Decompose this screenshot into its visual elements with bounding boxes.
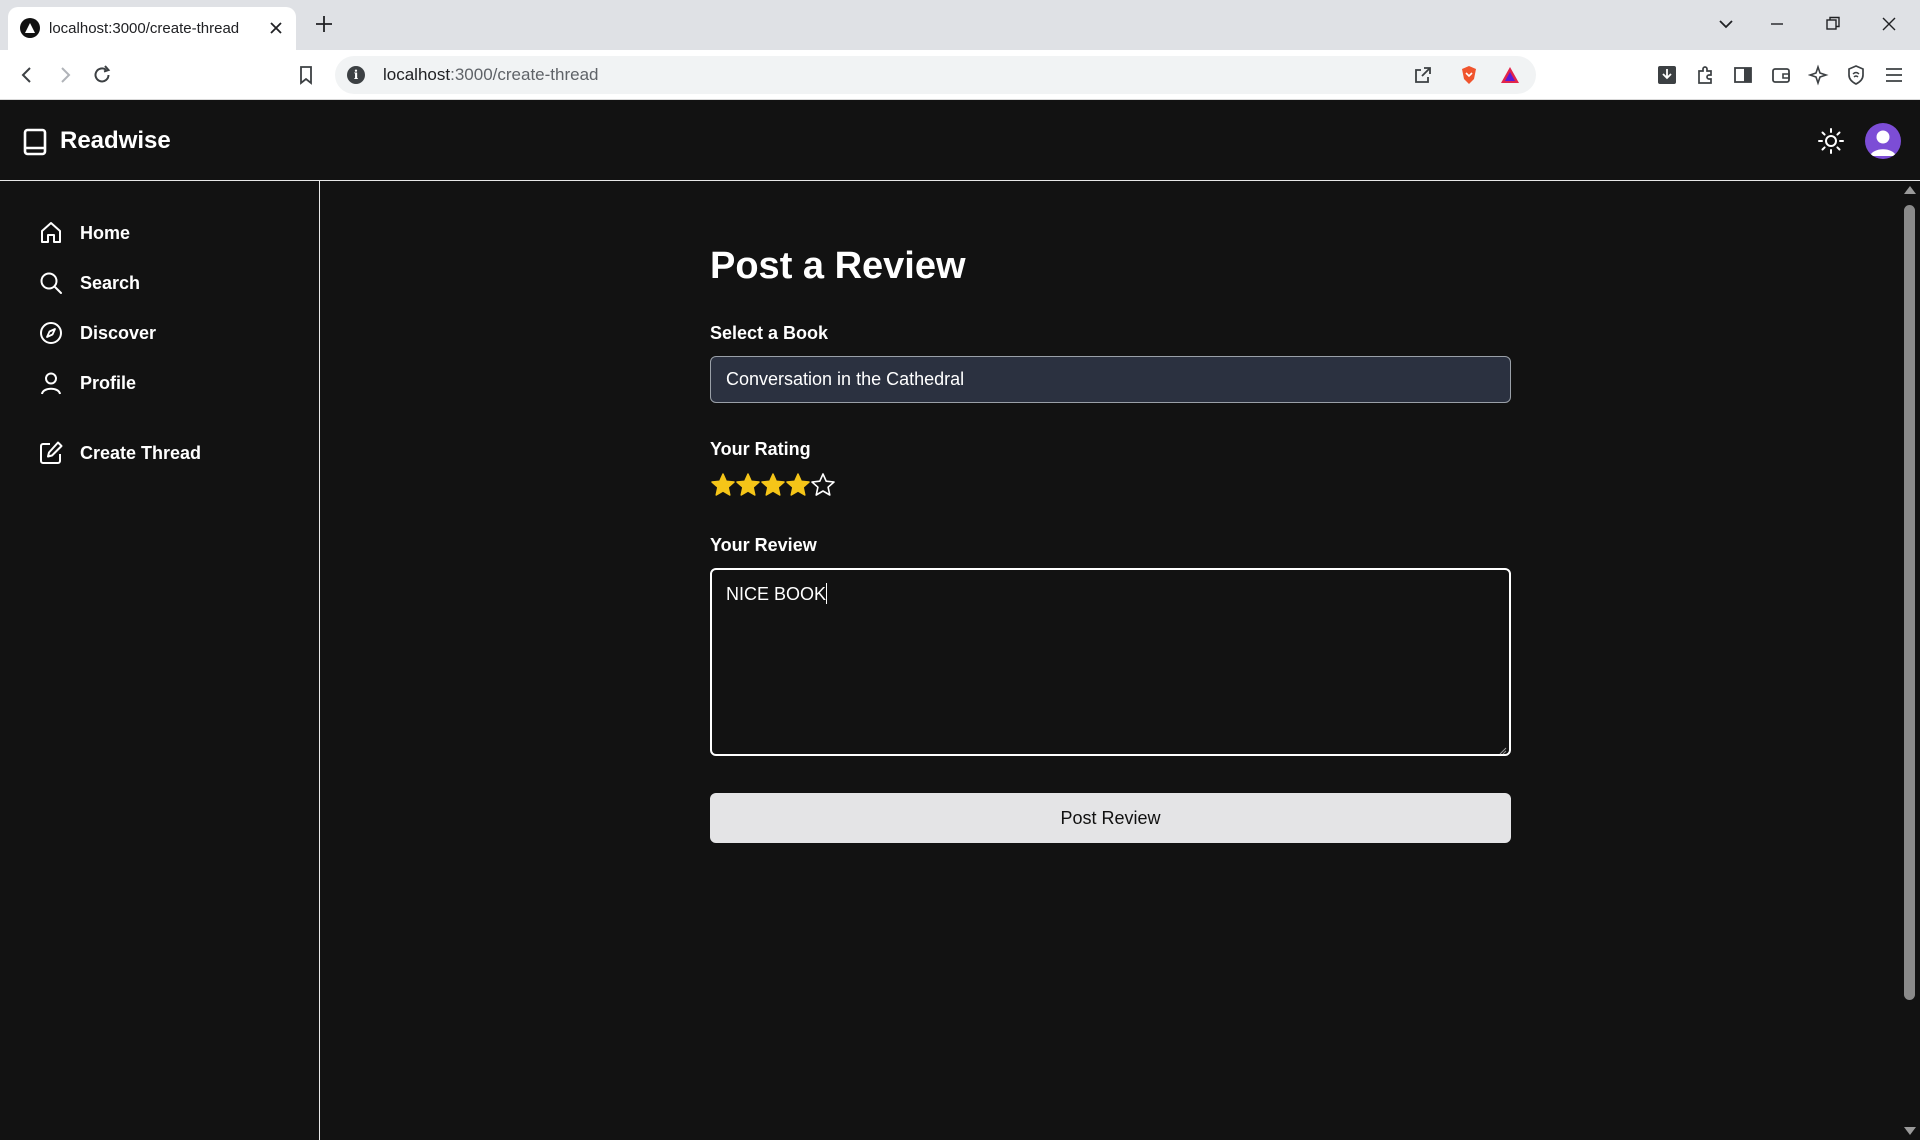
menu-icon[interactable] <box>1883 64 1905 86</box>
scrollbar-thumb[interactable] <box>1904 205 1915 1000</box>
close-window-icon[interactable] <box>1879 14 1899 34</box>
leo-ai-icon[interactable] <box>1807 64 1830 86</box>
star-filled-icon[interactable] <box>760 472 786 498</box>
share-icon[interactable] <box>1412 64 1434 86</box>
scroll-down-arrow-icon[interactable] <box>1904 1127 1916 1135</box>
review-textarea[interactable]: NICE BOOK <box>710 568 1511 756</box>
app-favicon-icon <box>20 18 40 38</box>
main-content: Post a Review Select a Book Conversation… <box>321 181 1899 1140</box>
book-select-value: Conversation in the Cathedral <box>726 369 965 389</box>
sun-icon[interactable] <box>1817 127 1845 155</box>
address-bar[interactable]: i localhost:3000/create-thread <box>335 56 1536 94</box>
sidebar-item-label: Profile <box>80 373 137 393</box>
review-text: NICE BOOK <box>726 583 828 604</box>
sidebar-item-home[interactable]: Home <box>38 215 298 251</box>
back-icon[interactable] <box>16 64 38 86</box>
sidebar-item-label: Home <box>80 223 131 243</box>
vpn-shield-icon[interactable] <box>1845 64 1867 86</box>
sidebar-item-profile[interactable]: Profile <box>38 365 298 401</box>
avatar[interactable] <box>1865 123 1901 159</box>
page-title: Post a Review <box>710 245 966 287</box>
resize-handle-icon[interactable] <box>1497 742 1507 755</box>
book-logo-icon <box>22 128 48 156</box>
star-filled-icon[interactable] <box>710 472 736 498</box>
browser-tab-strip: localhost:3000/create-thread <box>0 0 1920 50</box>
close-tab-icon[interactable] <box>266 18 286 38</box>
book-select[interactable]: Conversation in the Cathedral <box>710 356 1511 403</box>
sidebar-item-discover[interactable]: Discover <box>38 315 298 351</box>
compass-icon <box>38 320 64 346</box>
sidebar-item-search[interactable]: Search <box>38 265 298 301</box>
sidebar: Home Search Discover Profile Create Thre… <box>0 181 320 1140</box>
sidebar-item-label: Create Thread <box>80 443 202 463</box>
sidebar-item-label: Search <box>80 273 141 293</box>
site-info-icon[interactable]: i <box>347 66 365 84</box>
sidebar-toggle-icon[interactable] <box>1732 64 1754 86</box>
star-filled-icon[interactable] <box>785 472 811 498</box>
tab-search-chevron-icon[interactable] <box>1716 14 1736 34</box>
star-filled-icon[interactable] <box>735 472 761 498</box>
home-icon <box>38 220 64 246</box>
download-icon[interactable] <box>1656 64 1678 86</box>
wallet-icon[interactable] <box>1770 64 1792 86</box>
tab-title: localhost:3000/create-thread <box>49 20 240 37</box>
rating-label: Your Rating <box>710 439 811 459</box>
brand-name[interactable]: Readwise <box>60 101 171 181</box>
text-caret <box>826 583 828 604</box>
star-empty-icon[interactable] <box>810 472 836 498</box>
app-header: Readwise <box>0 101 1920 181</box>
brave-rewards-icon[interactable] <box>1499 64 1521 86</box>
sidebar-item-create-thread[interactable]: Create Thread <box>38 435 298 471</box>
scroll-up-arrow-icon[interactable] <box>1904 186 1916 194</box>
extensions-icon[interactable] <box>1694 64 1716 86</box>
review-label: Your Review <box>710 535 817 555</box>
book-select-label: Select a Book <box>710 323 829 343</box>
sidebar-item-label: Discover <box>80 323 157 343</box>
star-rating[interactable] <box>710 472 850 500</box>
browser-toolbar: i localhost:3000/create-thread <box>0 50 1920 100</box>
search-icon <box>38 270 64 296</box>
restore-icon[interactable] <box>1823 14 1843 34</box>
address-url: localhost:3000/create-thread <box>383 65 599 84</box>
user-icon <box>38 370 64 396</box>
reload-icon[interactable] <box>91 64 113 86</box>
post-review-button[interactable]: Post Review <box>710 793 1511 843</box>
edit-icon <box>38 440 64 466</box>
bookmark-icon[interactable] <box>295 64 317 86</box>
minimize-icon[interactable] <box>1767 14 1787 34</box>
page-scrollbar[interactable] <box>1899 181 1920 1140</box>
new-tab-icon[interactable] <box>313 13 335 35</box>
brave-shields-icon[interactable] <box>1458 64 1480 86</box>
browser-tab[interactable]: localhost:3000/create-thread <box>8 7 296 50</box>
forward-icon[interactable] <box>54 64 76 86</box>
